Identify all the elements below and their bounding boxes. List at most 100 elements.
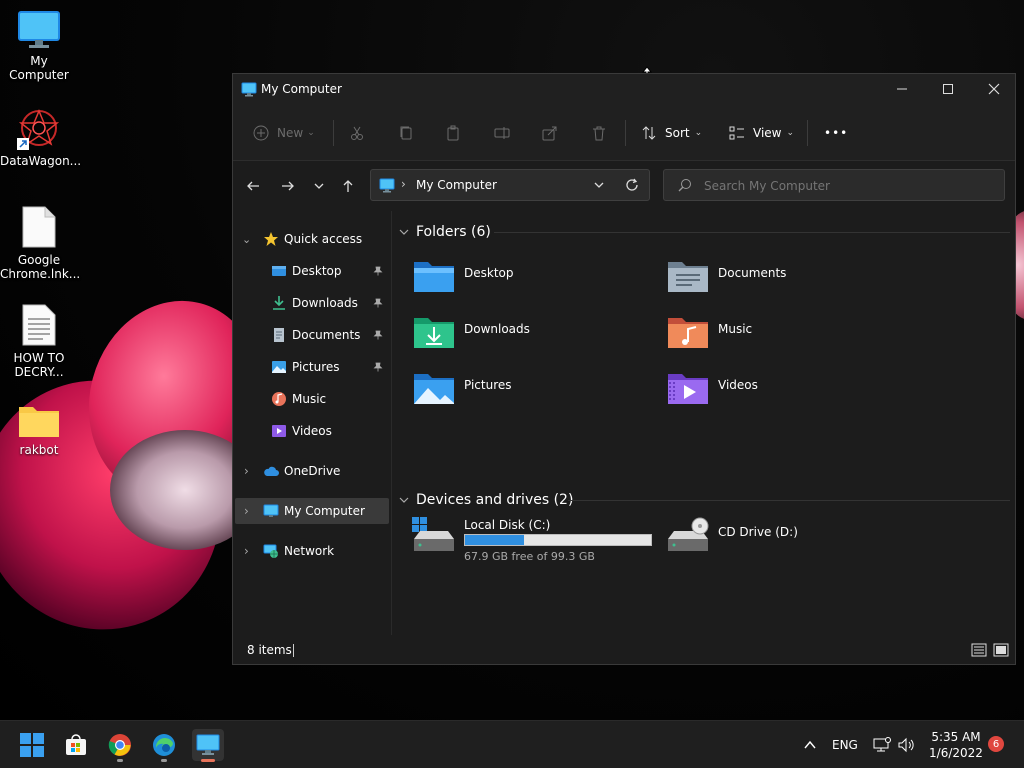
folder-tile-documents[interactable]: Documents: [666, 258, 906, 304]
music-folder-icon: [668, 318, 708, 348]
group-divider: [494, 232, 1010, 233]
file-icon: [21, 205, 57, 249]
star-icon: [264, 232, 278, 246]
folder-tile-music[interactable]: Music: [666, 314, 906, 360]
sort-button[interactable]: Sort ⌄: [641, 121, 702, 145]
notification-count: 6: [992, 738, 1000, 750]
up-button[interactable]: [336, 174, 360, 198]
maximize-button[interactable]: [925, 74, 971, 104]
volume-button[interactable]: [898, 721, 916, 768]
taskbar-edge-button[interactable]: [148, 729, 180, 762]
search-box[interactable]: [663, 169, 1005, 201]
chevron-right-icon: ›: [244, 504, 249, 518]
details-view-button[interactable]: [971, 642, 987, 658]
chevron-down-icon: [399, 229, 409, 235]
clock-button[interactable]: 5:35 AM 1/6/2022: [928, 721, 984, 768]
sidebar-item-onedrive[interactable]: › OneDrive: [233, 458, 389, 484]
sidebar-item-label: My Computer: [284, 504, 365, 518]
search-input[interactable]: [702, 176, 996, 196]
recent-locations-button[interactable]: [307, 174, 331, 198]
pictures-folder-icon: [414, 374, 454, 404]
folder-tile-downloads[interactable]: Downloads: [412, 314, 652, 360]
paste-button[interactable]: [445, 121, 461, 145]
drive-label: Local Disk (C:): [464, 518, 551, 532]
cloud-icon: [264, 466, 279, 476]
toolbar-divider: [625, 120, 626, 146]
drives-group-header[interactable]: Devices and drives (2): [399, 489, 573, 511]
toolbar-divider: [807, 120, 808, 146]
sidebar-item-network[interactable]: › Network: [233, 538, 389, 564]
edge-icon: [153, 734, 175, 756]
sidebar-item-my-computer[interactable]: › My Computer: [235, 498, 389, 524]
new-label: New: [277, 126, 304, 140]
taskbar-explorer-button[interactable]: [192, 729, 224, 762]
sidebar-item-videos[interactable]: Videos: [233, 418, 389, 444]
taskbar-store-button[interactable]: [60, 729, 92, 761]
desktop-icon-datawagon[interactable]: DataWagon...: [0, 108, 81, 168]
show-hidden-icons-button[interactable]: [803, 721, 817, 768]
sidebar-item-label: Documents: [292, 328, 361, 342]
windows-logo-icon: [20, 733, 44, 757]
folder-label: Pictures: [464, 378, 512, 392]
navigation-bar: › My Computer: [233, 161, 1015, 211]
desktop-icon: [272, 266, 286, 276]
active-indicator: [201, 759, 215, 762]
refresh-button[interactable]: [625, 177, 641, 193]
more-options-button[interactable]: •••: [824, 121, 848, 145]
group-divider: [568, 500, 1010, 501]
drive-tile-cd-drive-d[interactable]: CD Drive (D:): [666, 517, 906, 567]
folder-tile-videos[interactable]: Videos: [666, 370, 906, 416]
view-button[interactable]: View ⌄: [729, 121, 794, 145]
address-bar[interactable]: › My Computer: [370, 169, 650, 201]
desktop-icon-google-chrome-lnk[interactable]: Google Chrome.lnk...: [0, 205, 81, 281]
share-button[interactable]: [542, 121, 558, 145]
title-bar[interactable]: My Computer: [233, 74, 1015, 106]
folders-group-header[interactable]: Folders (6): [399, 221, 491, 243]
rename-button[interactable]: [494, 121, 510, 145]
network-status-button[interactable]: [873, 721, 891, 768]
sort-icon: [642, 126, 656, 140]
chevron-right-icon: ›: [244, 464, 249, 478]
sidebar-item-label: Quick access: [284, 232, 363, 246]
desktop-icon-how-to-decry[interactable]: HOW TO DECRY...: [0, 303, 78, 379]
delete-button[interactable]: [591, 121, 607, 145]
speaker-icon: [898, 737, 914, 753]
running-indicator: [117, 759, 123, 762]
sidebar-item-label: Videos: [292, 424, 332, 438]
sidebar-item-documents[interactable]: Documents: [233, 322, 389, 348]
sidebar-item-desktop[interactable]: Desktop: [233, 258, 389, 284]
status-bar: 8 items: [233, 635, 1015, 664]
back-button[interactable]: [241, 174, 265, 198]
cut-button[interactable]: [349, 121, 365, 145]
language-indicator[interactable]: ENG: [832, 721, 858, 768]
sidebar-item-music[interactable]: Music: [233, 386, 389, 412]
window-title: My Computer: [261, 82, 342, 96]
minimize-button[interactable]: [879, 74, 925, 104]
network-monitor-icon: [873, 737, 891, 752]
taskbar-chrome-button[interactable]: [104, 729, 136, 762]
sidebar-item-label: Downloads: [292, 296, 358, 310]
drive-tile-local-disk-c[interactable]: Local Disk (C:) 67.9 GB free of 99.3 GB: [412, 517, 652, 567]
desktop-icon-rakbot[interactable]: rakbot: [0, 403, 78, 457]
sidebar-item-downloads[interactable]: Downloads: [233, 290, 389, 316]
drives-header-label: Devices and drives (2): [416, 492, 574, 508]
sidebar-item-pictures[interactable]: Pictures: [233, 354, 389, 380]
disk-usage-fill: [465, 535, 524, 545]
sidebar-item-quick-access[interactable]: ⌄ Quick access: [233, 226, 389, 252]
notification-badge[interactable]: 6: [988, 736, 1004, 752]
desktop-icon-label: Google Chrome.lnk...: [0, 253, 81, 281]
arrow-up-icon: [343, 180, 353, 192]
copy-button[interactable]: [398, 121, 414, 145]
taskbar: ENG 5:35 AM 1/6/2022 6: [0, 720, 1024, 768]
desktop-icon-my-computer[interactable]: My Computer: [0, 10, 78, 82]
folder-tile-desktop[interactable]: Desktop: [412, 258, 652, 304]
folder-tile-pictures[interactable]: Pictures: [412, 370, 652, 416]
tiles-view-button[interactable]: [993, 642, 1009, 658]
chevron-down-icon: [399, 497, 409, 503]
address-dropdown-button[interactable]: [593, 176, 609, 194]
start-button[interactable]: [16, 729, 48, 761]
music-icon: [272, 392, 286, 406]
close-button[interactable]: [971, 74, 1017, 104]
new-button[interactable]: New ⌄: [253, 121, 315, 145]
forward-button[interactable]: [276, 174, 300, 198]
